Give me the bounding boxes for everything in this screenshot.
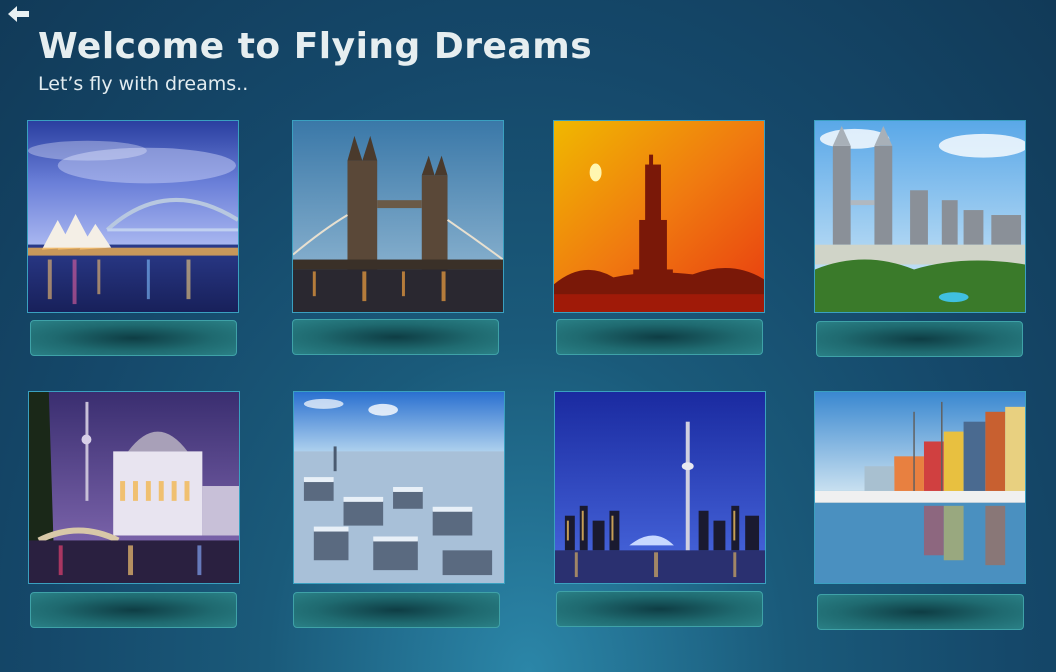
destination-button-winter-city[interactable] — [293, 592, 500, 628]
destination-photo-toronto[interactable] — [554, 391, 766, 584]
back-arrow-icon[interactable] — [8, 5, 30, 23]
destination-card-sydney — [27, 120, 239, 356]
destination-button-berlin[interactable] — [30, 592, 237, 628]
destination-photo-berlin[interactable] — [28, 391, 240, 584]
destination-button-london[interactable] — [292, 319, 499, 355]
destination-button-toronto[interactable] — [556, 591, 763, 627]
destination-card-berlin — [28, 391, 240, 628]
destination-photo-new-york[interactable] — [553, 120, 765, 313]
destination-photo-copenhagen[interactable] — [814, 391, 1026, 584]
destination-card-winter-city — [293, 391, 505, 628]
destination-button-kuala-lumpur[interactable] — [816, 321, 1023, 357]
destination-photo-winter-city[interactable] — [293, 391, 505, 584]
destination-button-copenhagen[interactable] — [817, 594, 1024, 630]
destination-card-copenhagen — [814, 391, 1026, 630]
destination-card-toronto — [554, 391, 766, 627]
destination-photo-kuala-lumpur[interactable] — [814, 120, 1026, 313]
destination-photo-london[interactable] — [292, 120, 504, 313]
page-subtitle: Let’s fly with dreams.. — [38, 73, 249, 95]
destination-card-kuala-lumpur — [814, 120, 1026, 357]
destination-button-new-york[interactable] — [556, 319, 763, 355]
destination-card-london — [292, 120, 504, 355]
page-title: Welcome to Flying Dreams — [38, 26, 593, 67]
destination-button-sydney[interactable] — [30, 320, 237, 356]
destination-card-new-york — [553, 120, 765, 355]
destination-photo-sydney[interactable] — [27, 120, 239, 313]
